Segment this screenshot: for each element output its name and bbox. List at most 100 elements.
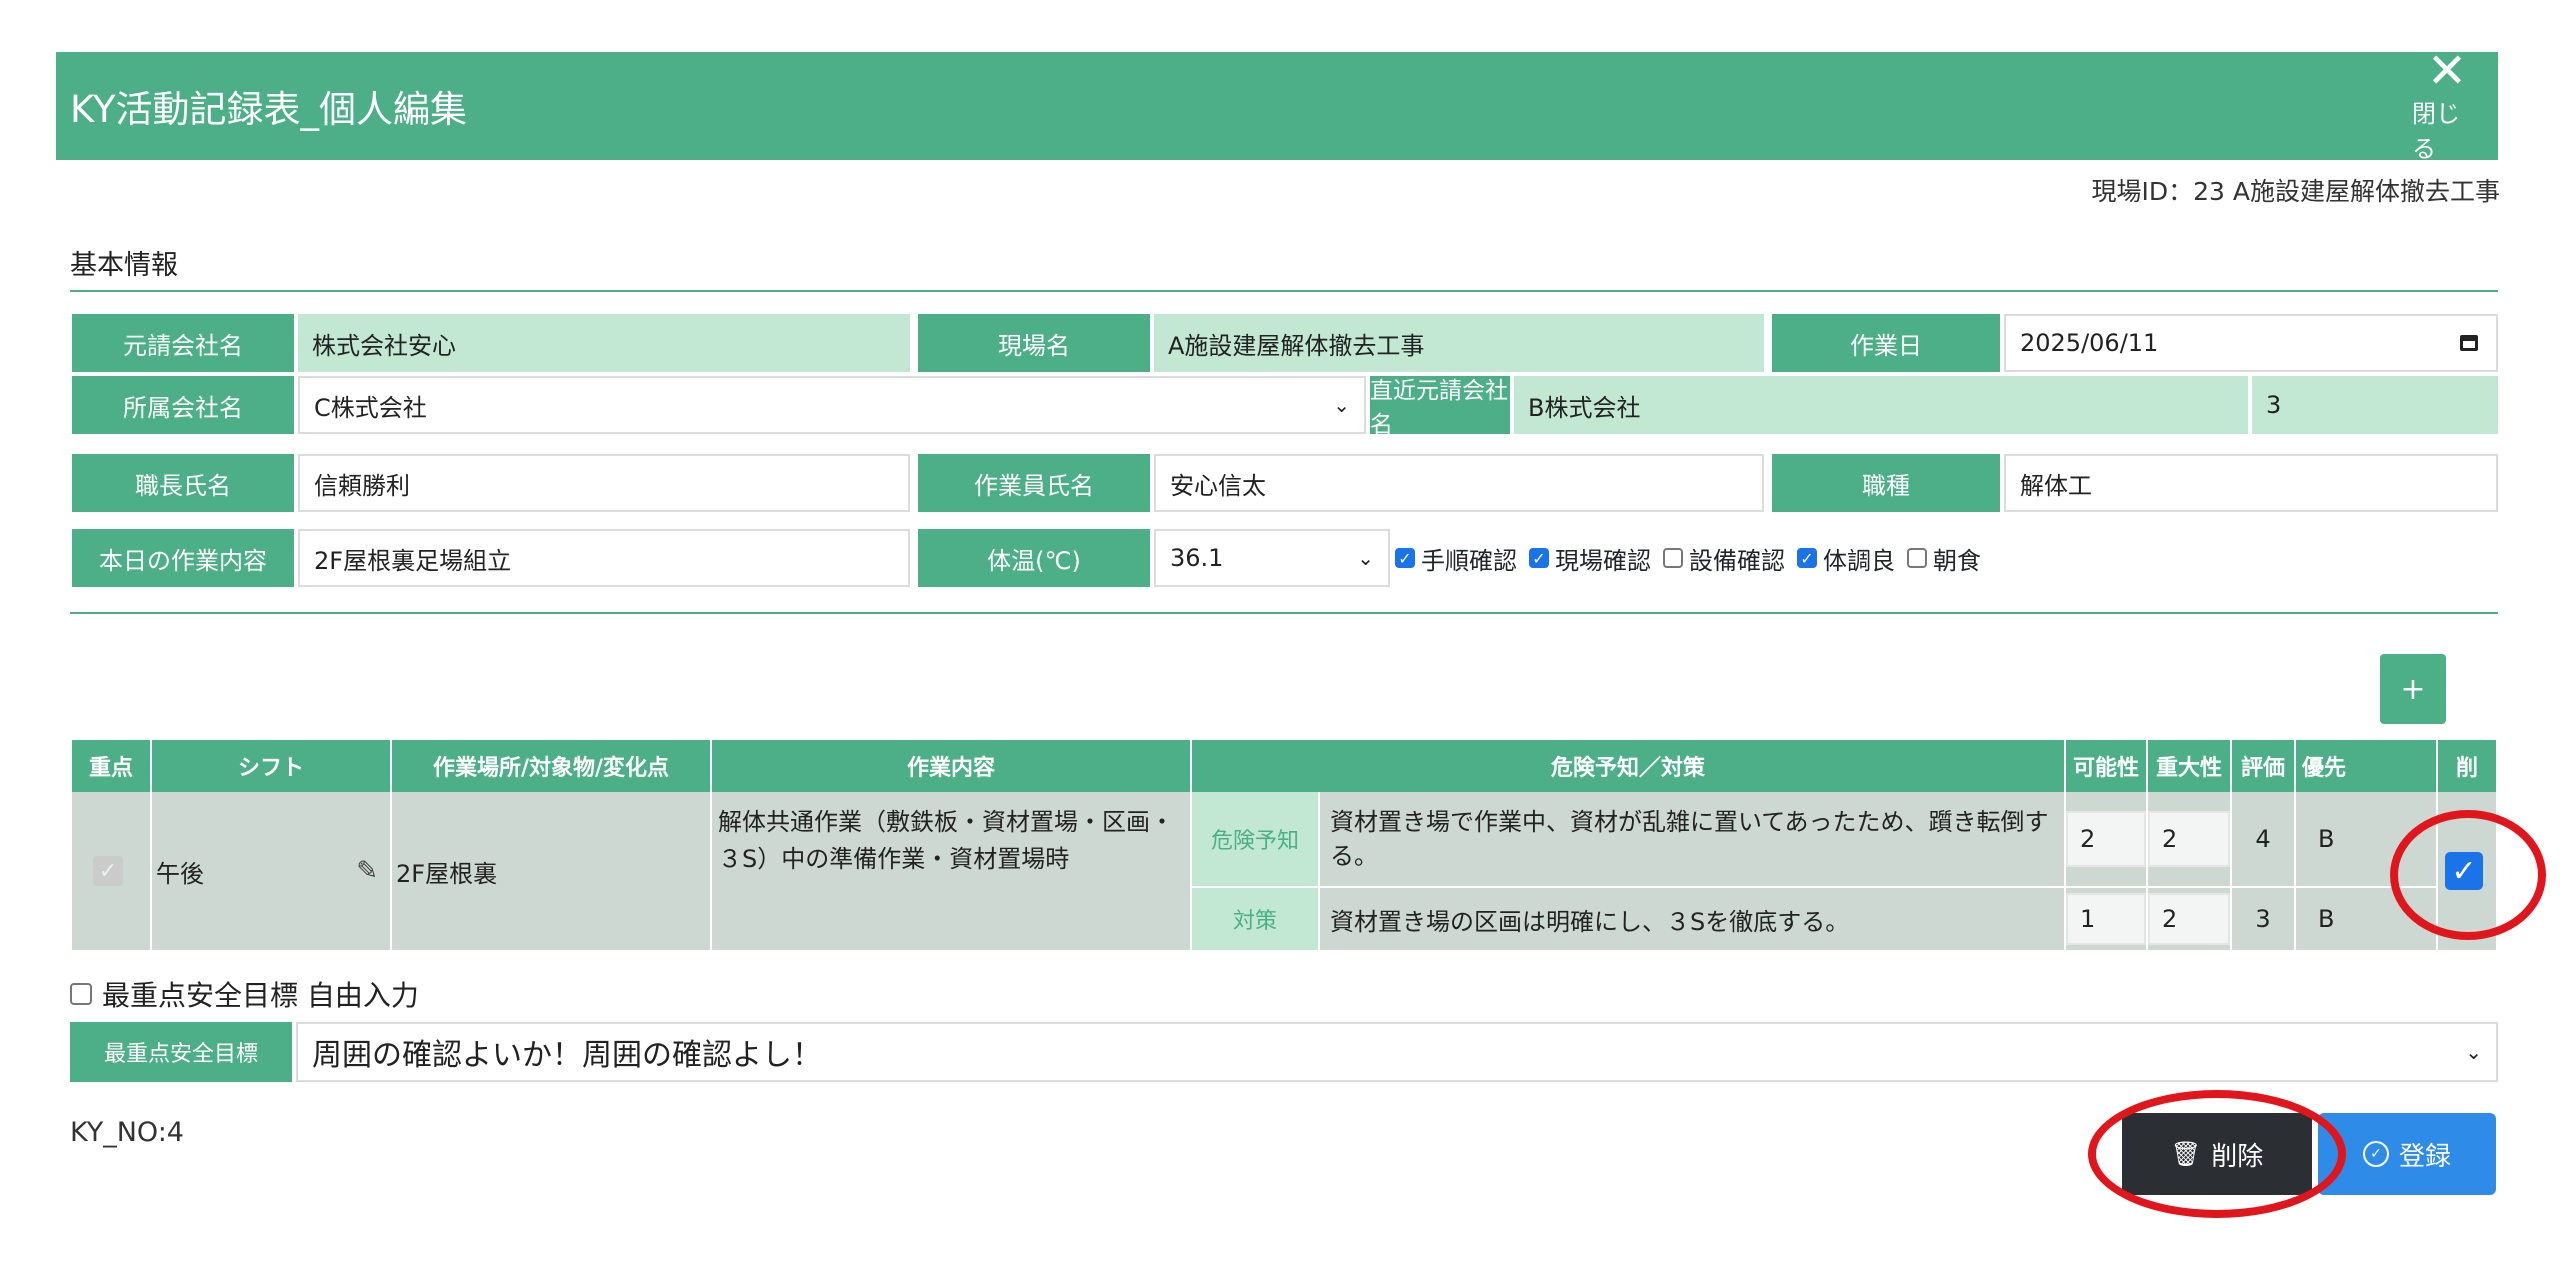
severity-cell: 2 [2148,792,2232,888]
free-input-label: 最重点安全目標 自由入力 [102,979,419,1012]
delete-label: 削除 [2211,1141,2264,1172]
measure-priority: B [2296,888,2438,952]
site-id-text: 現場ID：23 A施設建屋解体撤去工事 [2091,177,2501,206]
foreman-label: 職長氏名 [72,454,294,512]
direct-prime-label: 直近元請会社名 [1370,376,1510,438]
affiliated-company-value: C株式会社 [314,393,427,422]
chevron-down-icon: ⌄ [1357,546,1374,570]
checkbox-icon[interactable]: ✓ [1797,548,1817,568]
place-cell: 2F屋根裏 [392,792,712,952]
trade-label: 職種 [1772,454,2000,512]
close-label: 閉じる [2412,100,2460,163]
danger-label-cell: 危険予知 [1192,792,1320,888]
focus-checkbox-icon[interactable]: ✓ [93,856,123,886]
delete-button[interactable]: 🗑 削除 [2122,1113,2312,1195]
measure-text: 資材置き場の区画は明確にし、３Sを徹底する。 [1320,888,2066,952]
measure-likelihood-input[interactable]: 1 [2066,893,2146,945]
severity-cell: 2 [2148,888,2232,952]
danger-priority: B [2296,792,2438,888]
delete-cell: ✓ [2438,792,2498,952]
measure-eval: 3 [2232,888,2296,952]
temperature-select[interactable]: 36.1 ⌄ [1154,529,1390,587]
shift-value: 午後 [156,859,204,888]
likelihood-cell: 1 [2066,888,2148,952]
register-label: 登録 [2398,1141,2451,1172]
health-checks: ✓ 手順確認 ✓ 現場確認 設備確認 ✓ 体調良 朝食 [1395,529,1993,587]
worker-name-input[interactable]: 安心信太 [1154,454,1764,512]
work-date-value: 2025/06/11 [2020,329,2159,357]
affiliated-company-label: 所属会社名 [72,376,294,434]
modal-header: KY活動記録表_個人編集 ✕ 閉じる [56,47,2498,163]
register-button[interactable]: ✓ 登録 [2318,1113,2496,1195]
temperature-label: 体温(℃) [918,529,1150,587]
checkbox-icon[interactable]: ✓ [1395,548,1415,568]
checkbox-icon[interactable] [70,983,92,1005]
col-delete: 削 [2438,740,2498,792]
check-procedure[interactable]: ✓ 手順確認 [1395,541,1517,576]
check-health[interactable]: ✓ 体調良 [1797,541,1895,576]
col-severity: 重大性 [2148,740,2232,792]
col-work: 作業内容 [712,740,1192,792]
trash-icon: 🗑 [2170,1140,2202,1168]
work-date-input[interactable]: 2025/06/11 [2004,314,2498,372]
delete-row-checkbox[interactable]: ✓ [2445,852,2483,890]
calendar-icon[interactable] [2460,335,2478,351]
worker-name-label: 作業員氏名 [918,454,1150,512]
col-focus: 重点 [72,740,152,792]
checkbox-icon[interactable]: ✓ [1529,548,1549,568]
shift-cell: 午後 ✎ [152,792,392,952]
safety-goal-label: 最重点安全目標 [70,1022,292,1082]
danger-severity-input[interactable]: 2 [2148,811,2230,867]
free-input-toggle[interactable]: 最重点安全目標 自由入力 [70,974,419,1014]
site-name-label: 現場名 [918,314,1150,372]
check-circle-icon: ✓ [2362,1141,2389,1167]
danger-label: 危険予知 [1192,792,1318,886]
checkbox-icon[interactable] [1907,548,1927,568]
danger-eval: 4 [2232,792,2296,888]
focus-cell: ✓ [72,792,152,952]
col-shift: シフト [152,740,392,792]
work-date-label: 作業日 [1772,314,2000,372]
col-hazard: 危険予知／対策 [1192,740,2066,792]
temperature-value: 36.1 [1170,544,1224,572]
modal-title: KY活動記録表_個人編集 [70,88,468,131]
chevron-down-icon: ⌄ [1333,393,1350,417]
close-button[interactable]: ✕ 閉じる [2412,47,2482,163]
affiliated-company-select[interactable]: C株式会社 ⌄ [298,376,1366,434]
prime-company-value: 株式会社安心 [298,314,910,372]
measure-label: 対策 [1192,888,1318,950]
col-likelihood: 可能性 [2066,740,2148,792]
site-name-value: A施設建屋解体撤去工事 [1154,314,1764,372]
trade-input[interactable]: 解体工 [2004,454,2498,512]
col-priority: 優先 [2296,740,2438,792]
foreman-input[interactable]: 信頼勝利 [298,454,910,512]
edit-icon[interactable]: ✎ [356,856,378,886]
safety-goal-row: 最重点安全目標 周囲の確認よいか！周囲の確認よし！ ⌄ [70,1022,2498,1082]
section-divider [70,290,2498,292]
check-breakfast[interactable]: 朝食 [1907,541,1981,576]
safety-goal-select[interactable]: 周囲の確認よいか！周囲の確認よし！ ⌄ [296,1022,2498,1082]
direct-prime-number: 3 [2252,376,2498,434]
check-equipment[interactable]: 設備確認 [1663,541,1785,576]
section-divider [70,612,2498,614]
chevron-down-icon: ⌄ [2465,1040,2482,1064]
danger-likelihood-input[interactable]: 2 [2066,811,2146,867]
add-row-button[interactable]: + [2380,654,2446,724]
safety-goal-value: 周囲の確認よいか！周囲の確認よし！ [312,1038,822,1073]
measure-severity-input[interactable]: 2 [2148,893,2230,945]
today-work-label: 本日の作業内容 [72,529,294,587]
likelihood-cell: 2 [2066,792,2148,888]
prime-company-label: 元請会社名 [72,314,294,372]
close-icon: ✕ [2426,43,2468,99]
checkbox-icon[interactable] [1663,548,1683,568]
danger-text: 資材置き場で作業中、資材が乱雑に置いてあったため、躓き転倒する。 [1320,792,2066,888]
work-cell: 解体共通作業（敷鉄板・資材置場・区画・３S）中の準備作業・資材置場時 [712,792,1192,952]
measure-label-cell: 対策 [1192,888,1320,952]
check-site[interactable]: ✓ 現場確認 [1529,541,1651,576]
col-place: 作業場所/対象物/変化点 [392,740,712,792]
col-eval: 評価 [2232,740,2296,792]
ky-number: KY_NO:4 [70,1117,184,1148]
today-work-input[interactable]: 2F屋根裏足場組立 [298,529,910,587]
direct-prime-value: B株式会社 [1514,376,2248,434]
section-title: 基本情報 [70,250,178,281]
